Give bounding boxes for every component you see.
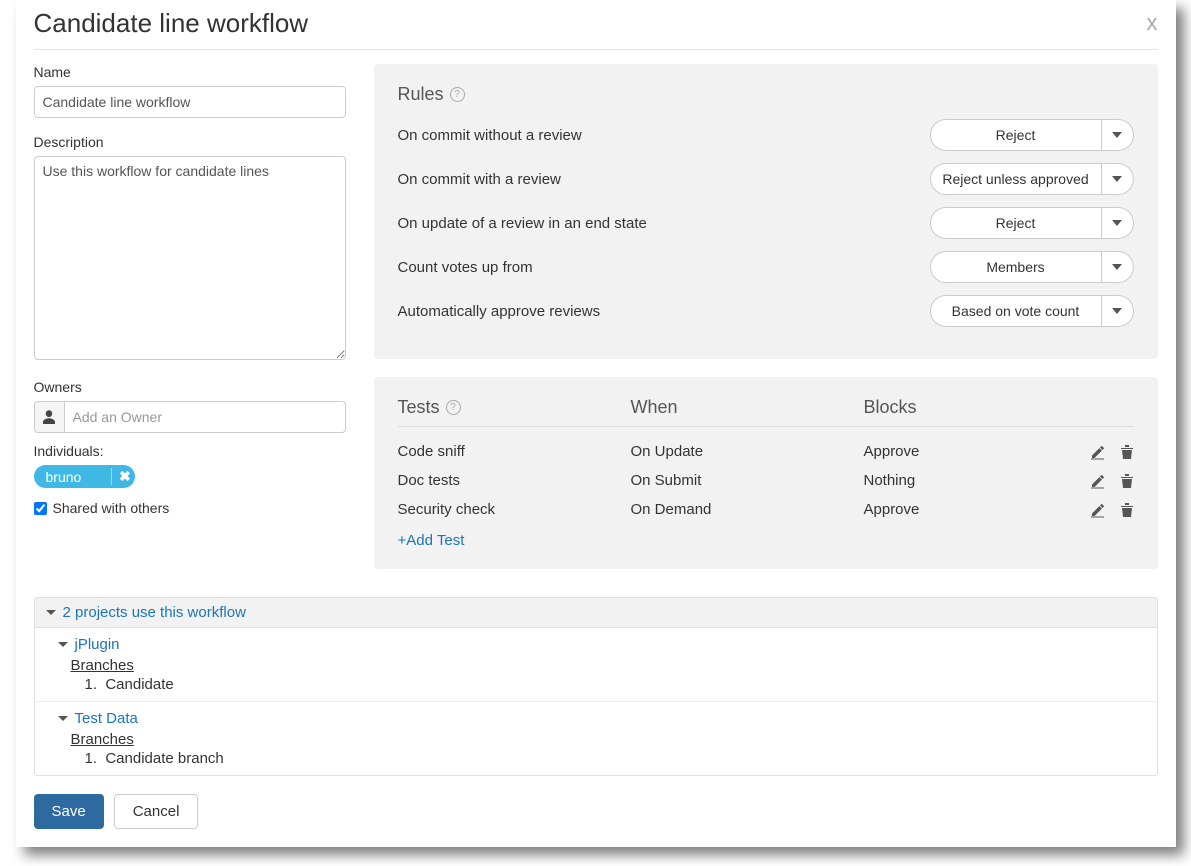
chevron-down-icon[interactable] [1102, 295, 1134, 327]
tests-panel: Tests ? When Blocks Code sniff On Update… [374, 377, 1158, 569]
rule-value[interactable]: Members [930, 251, 1102, 283]
chevron-down-icon[interactable] [1102, 163, 1134, 195]
projects-body: jPlugin Branches 1. Candidate Test Data … [34, 628, 1158, 776]
divider [34, 49, 1158, 50]
test-name: Code sniff [398, 443, 621, 460]
owners-label: Owners [34, 379, 346, 395]
rule-dropdown[interactable]: Based on vote count [930, 295, 1134, 327]
rules-heading: Rules [398, 84, 444, 105]
rule-row: On commit without a review Reject [398, 119, 1134, 151]
test-name: Security check [398, 501, 621, 518]
description-label: Description [34, 134, 346, 150]
help-icon[interactable]: ? [446, 400, 461, 415]
name-label: Name [34, 64, 346, 80]
project-item: Test Data Branches 1. Candidate branch [35, 702, 1157, 775]
edit-icon[interactable] [1090, 473, 1106, 489]
project-link[interactable]: Test Data [75, 710, 138, 727]
rule-label: On commit with a review [398, 171, 561, 188]
test-row: Doc tests On Submit Nothing [398, 466, 1134, 495]
person-icon [34, 401, 64, 433]
owner-chip[interactable]: bruno ✖ [34, 465, 136, 488]
owners-input[interactable] [64, 401, 346, 433]
test-blocks: Nothing [864, 472, 1044, 489]
edit-icon[interactable] [1090, 444, 1106, 460]
chevron-down-icon[interactable] [1102, 207, 1134, 239]
trash-icon[interactable] [1120, 502, 1134, 518]
projects-summary-link[interactable]: 2 projects use this workflow [63, 604, 246, 621]
page-title: Candidate line workflow [34, 8, 1158, 49]
rule-label: On commit without a review [398, 127, 582, 144]
rule-label: Automatically approve reviews [398, 303, 601, 320]
test-row: Security check On Demand Approve [398, 495, 1134, 524]
chevron-down-icon[interactable] [45, 607, 57, 619]
save-button[interactable]: Save [34, 794, 104, 829]
rule-label: On update of a review in an end state [398, 215, 647, 232]
shared-label: Shared with others [53, 500, 170, 516]
blocks-heading: Blocks [864, 397, 917, 418]
rule-dropdown[interactable]: Reject unless approved [930, 163, 1134, 195]
trash-icon[interactable] [1120, 473, 1134, 489]
chevron-down-icon[interactable] [57, 639, 69, 651]
shared-checkbox[interactable] [34, 502, 47, 515]
rule-dropdown[interactable]: Members [930, 251, 1134, 283]
trash-icon[interactable] [1120, 444, 1134, 460]
close-icon[interactable]: x [1147, 10, 1158, 36]
test-when: On Update [631, 443, 854, 460]
rules-panel: Rules ? On commit without a review Rejec… [374, 64, 1158, 359]
rule-value[interactable]: Reject unless approved [930, 163, 1102, 195]
rule-row: On commit with a review Reject unless ap… [398, 163, 1134, 195]
individuals-label: Individuals: [34, 443, 346, 459]
rule-row: Automatically approve reviews Based on v… [398, 295, 1134, 327]
test-when: On Submit [631, 472, 854, 489]
test-blocks: Approve [864, 501, 1044, 518]
rule-label: Count votes up from [398, 259, 533, 276]
rule-dropdown[interactable]: Reject [930, 119, 1134, 151]
add-test-link[interactable]: +Add Test [398, 532, 465, 549]
chevron-down-icon[interactable] [1102, 251, 1134, 283]
help-icon[interactable]: ? [450, 87, 465, 102]
branches-label: Branches [71, 731, 1135, 748]
cancel-button[interactable]: Cancel [114, 794, 199, 829]
rule-row: Count votes up from Members [398, 251, 1134, 283]
workflow-modal: x Candidate line workflow Name Descripti… [16, 0, 1176, 847]
branch-entry: 1. Candidate [85, 676, 1135, 693]
branches-label: Branches [71, 657, 1135, 674]
remove-chip-icon[interactable]: ✖ [111, 468, 131, 485]
when-heading: When [631, 397, 678, 418]
project-link[interactable]: jPlugin [75, 636, 120, 653]
rule-value[interactable]: Based on vote count [930, 295, 1102, 327]
rule-value[interactable]: Reject [930, 119, 1102, 151]
projects-summary-bar[interactable]: 2 projects use this workflow [34, 597, 1158, 628]
test-name: Doc tests [398, 472, 621, 489]
test-when: On Demand [631, 501, 854, 518]
rule-value[interactable]: Reject [930, 207, 1102, 239]
chevron-down-icon[interactable] [57, 713, 69, 725]
rule-row: On update of a review in an end state Re… [398, 207, 1134, 239]
project-item: jPlugin Branches 1. Candidate [35, 628, 1157, 702]
edit-icon[interactable] [1090, 502, 1106, 518]
rule-dropdown[interactable]: Reject [930, 207, 1134, 239]
chevron-down-icon[interactable] [1102, 119, 1134, 151]
test-row: Code sniff On Update Approve [398, 437, 1134, 466]
test-blocks: Approve [864, 443, 1044, 460]
owner-chip-label: bruno [46, 469, 82, 485]
description-textarea[interactable]: Use this workflow for candidate lines [34, 156, 346, 360]
tests-heading: Tests [398, 397, 440, 418]
name-input[interactable] [34, 86, 346, 118]
branch-entry: 1. Candidate branch [85, 750, 1135, 767]
